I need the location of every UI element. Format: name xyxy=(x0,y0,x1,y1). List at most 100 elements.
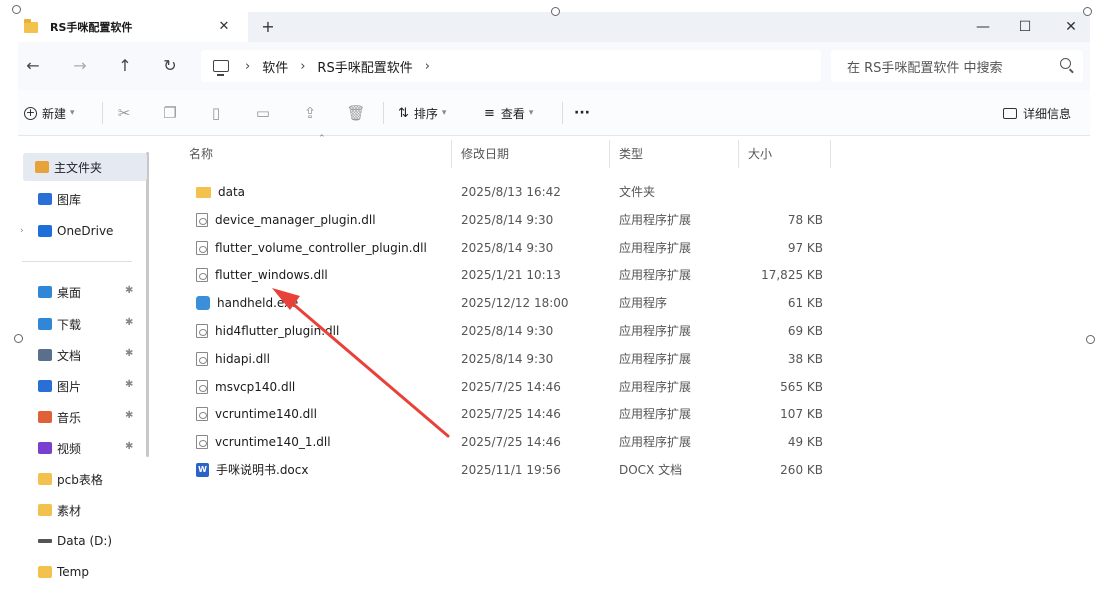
app-icon xyxy=(196,296,210,311)
file-name-cell: msvcp140.dll xyxy=(196,379,295,395)
file-row[interactable]: device_manager_plugin.dll 2025/8/14 9:30 应… xyxy=(158,206,1090,234)
sidebar-item-label: 图库 xyxy=(57,192,82,207)
file-row[interactable]: flutter_windows.dll 2025/1/21 10:13 应用程序扩展… xyxy=(158,261,1090,289)
sort-button[interactable]: ⇅ 排序 ▾ xyxy=(398,102,446,124)
sidebar-item[interactable]: 文档 xyxy=(38,344,138,366)
file-row[interactable]: vcruntime140_1.dll 2025/7/25 14:46 应用程序扩展 4… xyxy=(158,428,1090,456)
tab-active[interactable]: RS手咪配置软件 ✕ xyxy=(18,12,248,42)
file-date: 2025/12/12 18:00 xyxy=(461,296,569,311)
search-input[interactable]: 在 RS手咪配置软件 中搜索 xyxy=(831,50,1083,82)
file-name-cell: data xyxy=(196,184,245,200)
close-window-button[interactable]: ✕ xyxy=(1048,12,1094,42)
column-separator[interactable] xyxy=(609,140,610,168)
crop-handle xyxy=(551,7,560,16)
column-header-date[interactable]: 修改日期 xyxy=(461,142,509,166)
crop-handle xyxy=(1083,7,1092,16)
forward-button[interactable]: → xyxy=(68,55,92,77)
file-row[interactable]: hid4flutter_plugin.dll 2025/8/14 9:30 应用程序… xyxy=(158,317,1090,345)
address-bar[interactable]: › 软件 › RS手咪配置软件 › xyxy=(201,50,821,82)
cut-icon[interactable]: ✂ xyxy=(113,102,135,124)
pin-icon[interactable]: ✱ xyxy=(125,348,133,359)
this-pc-icon xyxy=(213,60,229,76)
sidebar-item[interactable]: › OneDrive xyxy=(20,220,138,242)
copy-icon[interactable]: ❐ xyxy=(159,102,181,124)
pin-icon[interactable]: ✱ xyxy=(125,379,133,390)
details-pane-button[interactable]: 详细信息 xyxy=(1003,102,1071,124)
up-button[interactable]: ↑ xyxy=(113,55,137,77)
refresh-button[interactable]: ↻ xyxy=(158,55,182,77)
sidebar-item[interactable]: 下载 xyxy=(38,313,138,335)
pin-icon[interactable]: ✱ xyxy=(125,410,133,421)
file-explorer-window: RS手咪配置软件 ✕ + — ☐ ✕ ← → ↑ ↻ › 软件 › RS手咪配置… xyxy=(18,12,1090,582)
file-type: DOCX 文档 xyxy=(619,463,683,477)
rename-icon[interactable]: ▭ xyxy=(252,102,274,124)
new-tab-button[interactable]: + xyxy=(258,17,278,37)
plus-circle-icon: + xyxy=(24,105,37,120)
column-separator[interactable] xyxy=(451,140,452,168)
pin-icon[interactable]: ✱ xyxy=(125,441,133,452)
expand-chevron-icon[interactable]: › xyxy=(20,226,24,236)
folder-icon xyxy=(24,18,38,33)
file-row[interactable]: W 手咪说明书.docx 2025/11/1 19:56 DOCX 文档 260 KB xyxy=(158,456,1090,484)
sidebar-item[interactable]: 主文件夹 xyxy=(23,153,147,181)
breadcrumb-item-software[interactable]: 软件 xyxy=(262,57,288,76)
gallery-icon xyxy=(38,193,52,205)
file-type: 应用程序扩展 xyxy=(619,351,692,366)
file-row[interactable]: flutter_volume_controller_plugin.dll 2025… xyxy=(158,234,1090,262)
sidebar-item-label: 桌面 xyxy=(57,285,82,300)
file-name: hid4flutter_plugin.dll xyxy=(215,324,340,338)
sidebar-item[interactable]: 桌面 xyxy=(38,281,138,303)
pin-icon[interactable]: ✱ xyxy=(125,317,133,328)
sidebar-item[interactable]: Temp xyxy=(38,561,138,583)
breadcrumb-item-current[interactable]: RS手咪配置软件 xyxy=(317,57,412,76)
sidebar-item[interactable]: pcb表格 xyxy=(38,468,138,490)
sidebar-item[interactable]: 音乐 xyxy=(38,406,138,428)
column-header-size[interactable]: 大小 xyxy=(748,142,772,166)
pictures-icon xyxy=(38,380,52,392)
file-date: 2025/7/25 14:46 xyxy=(461,379,561,394)
close-tab-button[interactable]: ✕ xyxy=(214,17,234,37)
share-icon[interactable]: ⇪ xyxy=(299,102,321,124)
file-name-cell: vcruntime140_1.dll xyxy=(196,434,331,450)
crop-handle xyxy=(14,334,23,343)
file-date: 2025/7/25 14:46 xyxy=(461,435,561,450)
folder-icon xyxy=(196,186,211,198)
sidebar-item[interactable]: 图库 xyxy=(38,188,138,210)
maximize-button[interactable]: ☐ xyxy=(1002,12,1048,42)
sidebar-item[interactable]: 视频 xyxy=(38,437,138,459)
file-type: 应用程序扩展 xyxy=(619,407,692,422)
back-button[interactable]: ← xyxy=(21,55,45,77)
file-type: 文件夹 xyxy=(619,185,656,199)
sidebar-item[interactable]: 素材 xyxy=(38,499,138,521)
file-row[interactable]: hidapi.dll 2025/8/14 9:30 应用程序扩展 38 KB xyxy=(158,345,1090,373)
chevron-down-icon: ▾ xyxy=(441,108,447,118)
column-separator[interactable] xyxy=(738,140,739,168)
file-row[interactable]: msvcp140.dll 2025/7/25 14:46 应用程序扩展 565 KB xyxy=(158,373,1090,401)
chevron-down-icon: ▾ xyxy=(528,108,534,118)
pin-icon[interactable]: ✱ xyxy=(125,285,133,296)
sidebar-item-label: 音乐 xyxy=(57,410,82,425)
minimize-button[interactable]: — xyxy=(960,12,1006,42)
file-row[interactable]: handheld.exe 2025/12/12 18:00 应用程序 61 KB xyxy=(158,289,1090,317)
sidebar-scrollbar[interactable] xyxy=(146,152,149,457)
file-name: data xyxy=(218,185,246,199)
file-row[interactable]: data 2025/8/13 16:42 文件夹 xyxy=(158,178,1090,206)
sidebar-item[interactable]: Data (D:) xyxy=(38,530,138,552)
view-button[interactable]: ≡ 查看 ▾ xyxy=(484,102,533,124)
more-options-button[interactable]: ··· xyxy=(574,102,590,124)
sidebar-item[interactable]: 图片 xyxy=(38,375,138,397)
delete-icon[interactable]: 🗑 xyxy=(345,102,367,124)
column-header-name[interactable]: 名称 xyxy=(189,142,213,166)
file-row[interactable]: vcruntime140.dll 2025/7/25 14:46 应用程序扩展 107… xyxy=(158,400,1090,428)
column-header-type[interactable]: 类型 xyxy=(619,142,643,166)
dll-file-icon xyxy=(196,407,208,422)
column-separator[interactable] xyxy=(830,140,831,168)
paste-icon[interactable]: ▯ xyxy=(205,102,227,124)
document-icon xyxy=(38,349,52,361)
dll-file-icon xyxy=(196,435,208,450)
file-type: 应用程序扩展 xyxy=(619,268,692,283)
file-size: 260 KB xyxy=(780,463,823,477)
breadcrumb-separator[interactable]: › xyxy=(425,59,430,74)
new-button[interactable]: + 新建 ▾ xyxy=(24,102,75,124)
video-icon xyxy=(38,442,52,454)
